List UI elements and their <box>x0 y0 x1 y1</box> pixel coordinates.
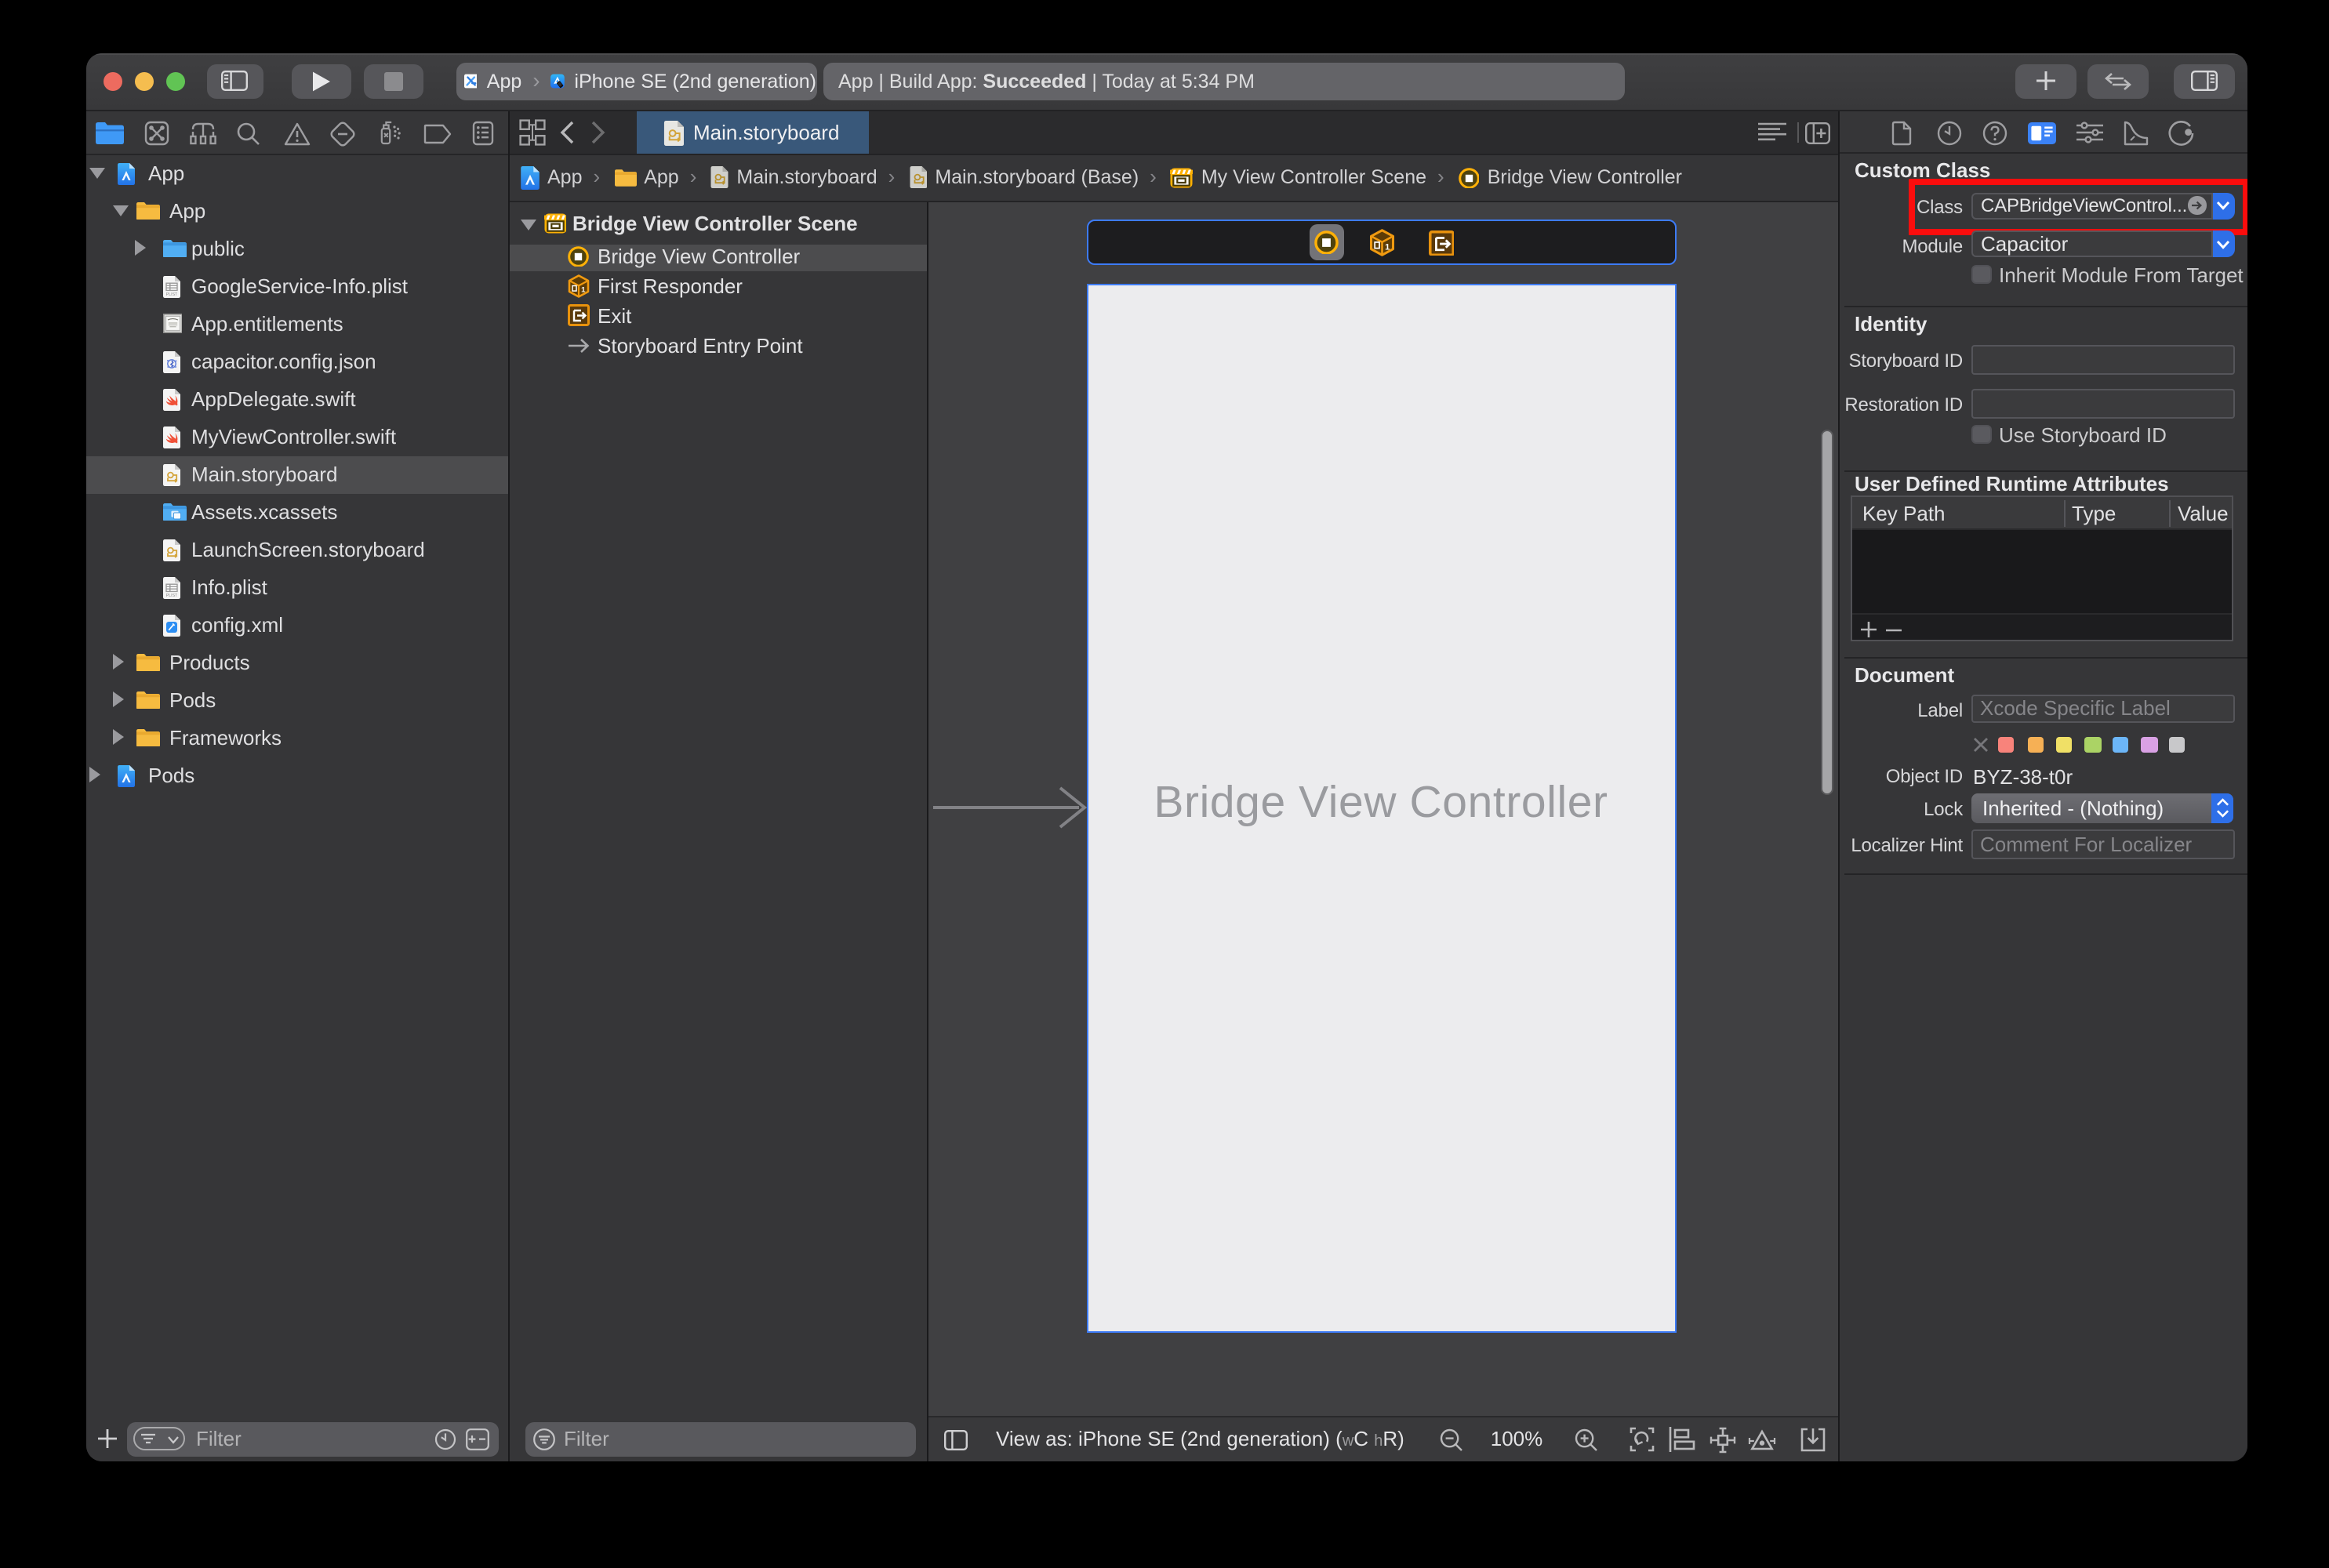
svg-text:PLIST: PLIST <box>165 593 177 597</box>
svg-text:1: 1 <box>1385 242 1390 252</box>
svg-text:PLIST: PLIST <box>165 292 177 296</box>
svg-text:1: 1 <box>581 285 586 294</box>
